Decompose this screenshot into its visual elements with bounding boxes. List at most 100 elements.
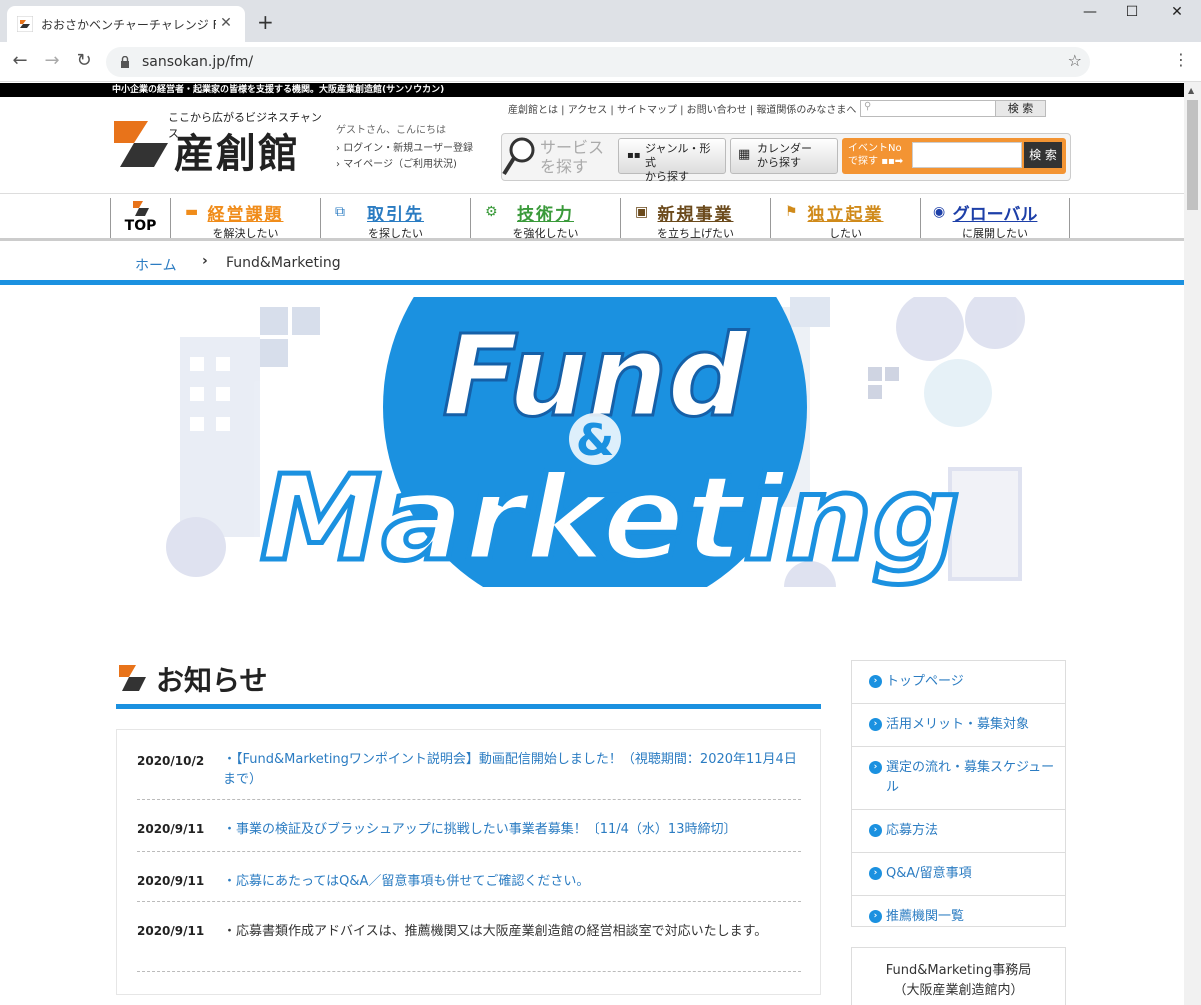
gnav-partners[interactable]: ⧉ 取引先 を探したい (320, 198, 470, 240)
site-search-button[interactable]: 検 索 (995, 101, 1045, 116)
gnav-startup-sub: したい (829, 227, 862, 240)
back-arrow-icon[interactable]: ← (8, 50, 32, 71)
service-label: サービス を探す (540, 138, 604, 176)
news-title: お知らせ (156, 664, 268, 697)
service-label-line1: サービス (540, 138, 605, 157)
hero-banner: Fund & Marketing (160, 297, 1030, 593)
sidebar-menu: › トップページ › 活用メリット・募集対象 › 選定の流れ・募集スケジュール › 応募… (851, 660, 1066, 927)
gnav-partners-sub: を探したい (368, 227, 423, 240)
office-info: Fund&Marketing事務局 （大阪産業創造館内） (851, 947, 1066, 1005)
chevron-circle-icon: › (869, 675, 882, 688)
page-scrollbar[interactable]: ▲ (1184, 82, 1201, 1005)
top-logo-icon (133, 201, 149, 216)
news-link[interactable]: ・【Fund&Marketingワンポイント説明会】動画配信開始しました！（視聴… (223, 750, 803, 790)
sidebar-item-label: 推薦機関一覧 (886, 909, 965, 924)
gnav-top[interactable]: TOP (110, 198, 170, 238)
gnav-management-sub: を解決したい (212, 227, 279, 240)
sidebar-item-qa[interactable]: › Q&A/留意事項 (852, 853, 1065, 896)
login-link[interactable]: › ログイン・新規ユーザー登録 (336, 139, 473, 154)
gnav-global-sub: に展開したい (962, 227, 1028, 240)
sidebar-item-recommenders[interactable]: › 推薦機関一覧 (852, 896, 1065, 938)
news-item: 2020/9/11 ・事業の検証及びブラッシュアップに挑戦したい事業者募集！〔1… (137, 800, 801, 852)
news-date: 2020/9/11 (137, 924, 205, 938)
page-content: 中小企業の経営者・起業家の皆様を支援する機関。大阪産業創造館(サンソウカン) こ… (0, 83, 1184, 1005)
sidebar-item-apply[interactable]: › 応募方法 (852, 810, 1065, 853)
chevron-circle-icon: › (869, 761, 882, 774)
window-close-button[interactable]: ✕ (1155, 4, 1199, 26)
reload-icon[interactable]: ↻ (72, 50, 96, 71)
service-search-box: サービス を探す ▪▪ ジャンル・形式 から探す ▦ カレンダー から探す イベ… (501, 133, 1071, 183)
network-icon: ⧉ (335, 204, 345, 220)
chevron-right-icon: › (202, 253, 208, 269)
gnav-global[interactable]: ◉ グローバル に展開したい (920, 198, 1070, 240)
sidebar-item-schedule[interactable]: › 選定の流れ・募集スケジュール (852, 747, 1065, 810)
calendar-btn-line1: カレンダー (757, 142, 812, 155)
mypage-link[interactable]: › マイページ（ご利用状況) (336, 155, 457, 170)
gnav-new-business-sub: を立ち上げたい (657, 227, 734, 240)
breadcrumb: ホーム › Fund&Marketing (0, 249, 1184, 285)
logo-text: 産創館 (174, 130, 300, 177)
new-tab-button[interactable]: + (257, 10, 274, 34)
news-date: 2020/10/2 (137, 754, 205, 768)
browser-menu-icon[interactable]: ⋮ (1173, 50, 1189, 69)
briefcase-icon: ▣ (635, 204, 649, 220)
event-label: イベントNo で探す ▪▪➡ (848, 142, 903, 168)
close-tab-icon[interactable]: ✕ (217, 15, 235, 31)
search-icon: ⚲ (864, 101, 872, 112)
news-link[interactable]: ・事業の検証及びブラッシュアップに挑戦したい事業者募集！〔11/4（水）13時締… (223, 820, 803, 840)
event-number-input[interactable] (912, 142, 1022, 168)
news-logo-icon (119, 665, 146, 691)
breadcrumb-home[interactable]: ホーム (135, 255, 177, 275)
news-date: 2020/9/11 (137, 822, 205, 836)
gnav-management[interactable]: ▬ 経営課題 を解決したい (170, 198, 320, 240)
office-location: （大阪産業創造館内） (893, 983, 1024, 998)
flag-icon: ⚑ (785, 204, 798, 220)
maximize-button[interactable]: ☐ (1110, 4, 1154, 26)
sidebar-item-label: トップページ (886, 674, 964, 689)
calendar-search-button[interactable]: ▦ カレンダー から探す (730, 138, 838, 174)
sidebar-item-label: 活用メリット・募集対象 (886, 717, 1030, 732)
browser-tabstrip: おおさかベンチャーチャレンジ Fund&Marketing ✕ + — ☐ ✕ (0, 0, 1201, 42)
browser-tab[interactable]: おおさかベンチャーチャレンジ Fund&Marketing ✕ (7, 6, 245, 42)
calendar-icon: ▦ (738, 147, 751, 162)
site-favicon-icon (17, 16, 33, 32)
news-date: 2020/9/11 (137, 874, 205, 888)
login-link-label: ログイン・新規ユーザー登録 (343, 143, 473, 154)
event-label-line1: イベントNo (848, 143, 902, 154)
genre-btn-line1: ジャンル・形式 (645, 142, 711, 169)
news-link[interactable]: ・応募にあたってはQ&A／留意事項も併せてご確認ください。 (223, 872, 803, 892)
scroll-up-icon[interactable]: ▲ (1188, 86, 1194, 95)
sidebar-item-label: 応募方法 (886, 823, 939, 838)
global-nav-inner: TOP ▬ 経営課題 を解決したい ⧉ 取引先 を探したい ⚙ 技術力 を強化し… (110, 198, 1070, 240)
gnav-new-business[interactable]: ▣ 新規事業 を立ち上げたい (620, 198, 770, 240)
site-logo[interactable]: ここから広がるビジネスチャンス 産創館 (110, 109, 325, 177)
news-item: 2020/10/2 ・【Fund&Marketingワンポイント説明会】動画配信… (137, 744, 801, 800)
gnav-startup[interactable]: ⚑ 独立起業 したい (770, 198, 920, 240)
gnav-technology[interactable]: ⚙ 技術力 を強化したい (470, 198, 620, 240)
global-nav: TOP ▬ 経営課題 を解決したい ⧉ 取引先 を探したい ⚙ 技術力 を強化し… (0, 193, 1184, 241)
chevron-circle-icon: › (869, 718, 882, 731)
gnav-top-label: TOP (124, 218, 157, 234)
site-topbar: 中小企業の経営者・起業家の皆様を支援する機関。大阪産業創造館(サンソウカン) (0, 83, 1184, 97)
event-label-line2: で探す (848, 156, 878, 167)
event-search-button[interactable]: 検 索 (1024, 142, 1062, 168)
utility-links[interactable]: 産創館とは | アクセス | サイトマップ | お問い合わせ | 報道関係のみな… (508, 101, 863, 116)
sidebar-item-label: 選定の流れ・募集スケジュール (886, 760, 1055, 795)
chevron-circle-icon: › (869, 824, 882, 837)
site-header: ここから広がるビジネスチャンス 産創館 ゲストさん、こんにちは › ログイン・新… (0, 97, 1184, 193)
gear-icon: ⚙ (485, 204, 498, 220)
logo-mark-icon (114, 121, 168, 167)
minimize-button[interactable]: — (1068, 4, 1112, 26)
scroll-thumb[interactable] (1187, 100, 1198, 210)
sidebar-item-merits[interactable]: › 活用メリット・募集対象 (852, 704, 1065, 747)
address-bar[interactable]: sansokan.jp/fm/ ☆ (106, 47, 1090, 77)
genre-search-button[interactable]: ▪▪ ジャンル・形式 から探す (618, 138, 726, 183)
news-heading: お知らせ (116, 653, 821, 709)
arrow-right-icon: ▪▪➡ (881, 156, 904, 167)
news-text: ・応募書類作成アドバイスは、推薦機関又は大阪産業創造館の経営相談室で対応いたしま… (223, 924, 768, 939)
news-item: 2020/9/11 ・応募にあたってはQ&A／留意事項も併せてご確認ください。 (137, 852, 801, 902)
site-search-input[interactable]: ⚲ 検 索 (860, 100, 1046, 117)
forward-arrow-icon[interactable]: → (40, 50, 64, 71)
bookmark-star-icon[interactable]: ☆ (1068, 51, 1082, 70)
sidebar-item-top[interactable]: › トップページ (852, 661, 1065, 704)
